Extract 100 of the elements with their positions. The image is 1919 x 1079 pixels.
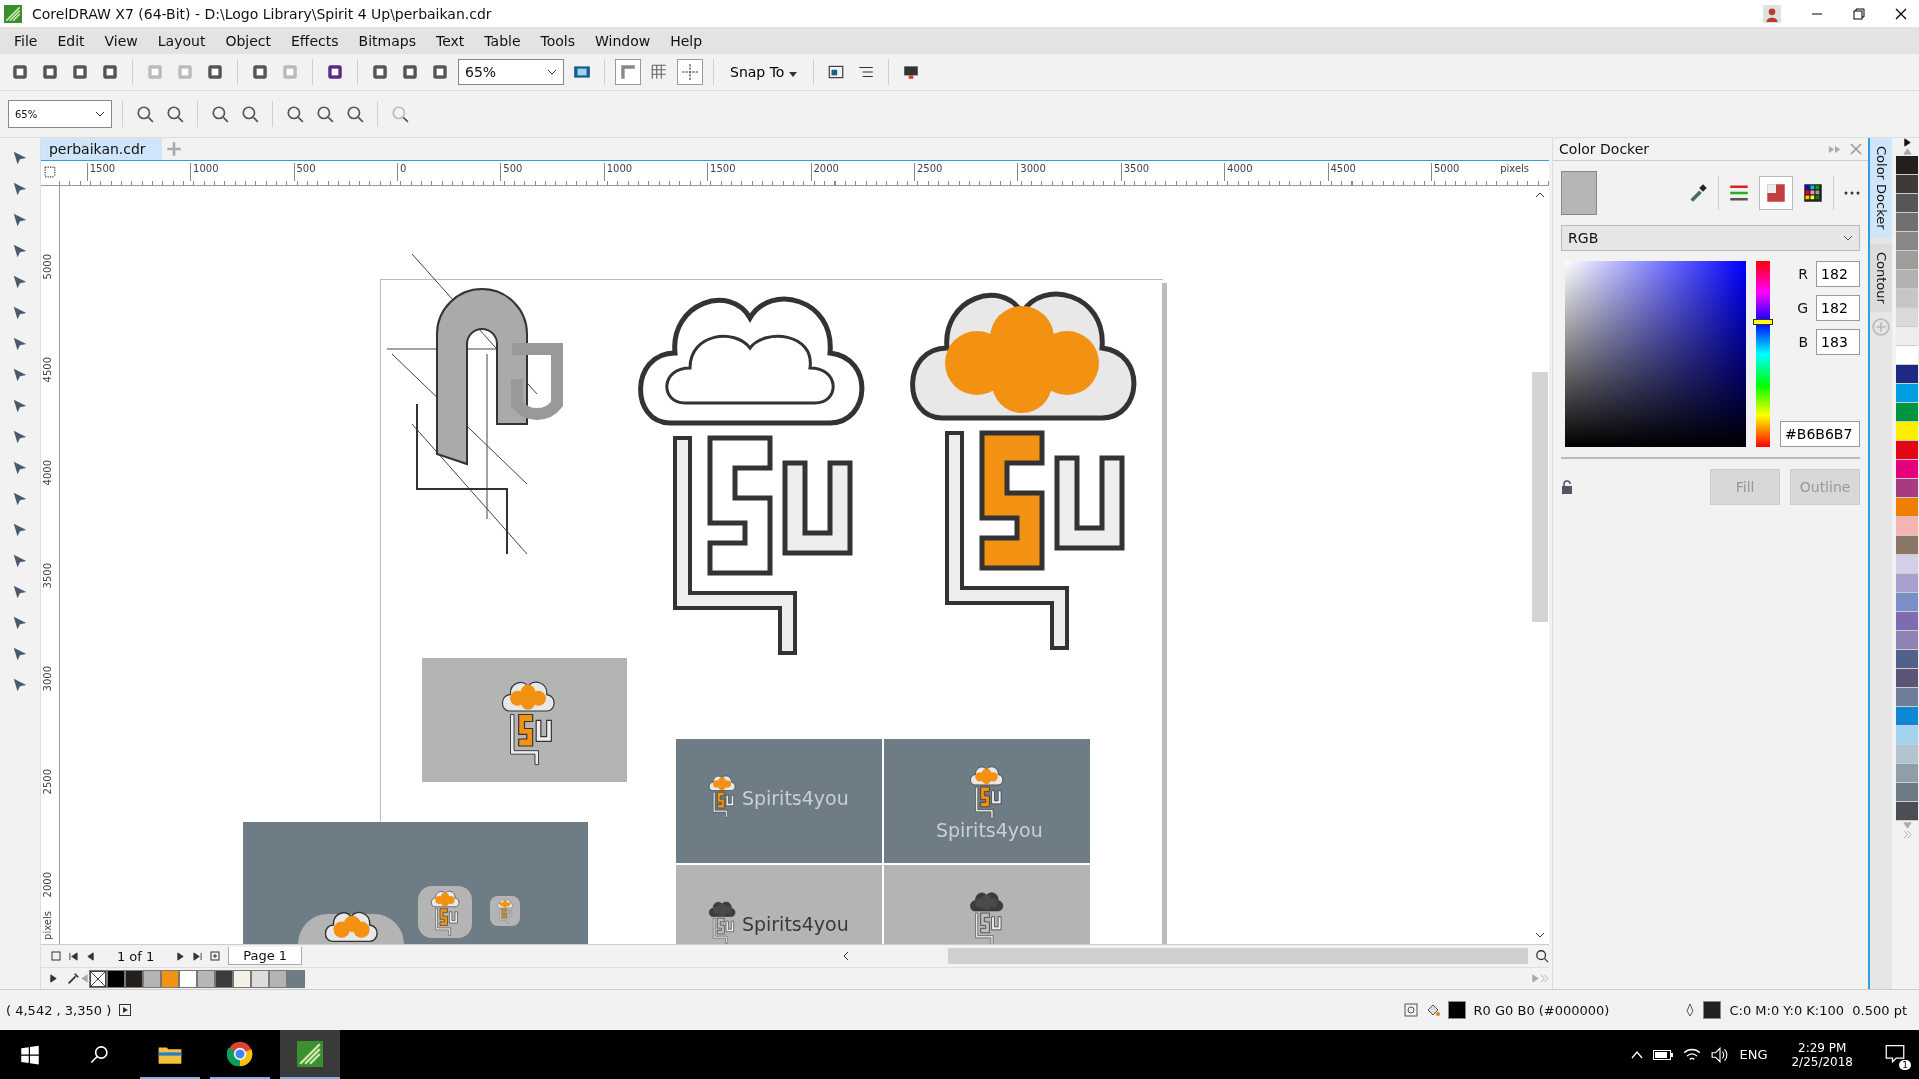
menu-item[interactable]: Bitmaps — [348, 32, 426, 49]
scrollbar-thumb[interactable] — [1532, 371, 1549, 622]
expand-arrow-icon[interactable] — [48, 974, 58, 983]
color-swatch[interactable] — [286, 969, 305, 988]
color-swatch[interactable] — [1896, 346, 1919, 365]
color-swatch[interactable] — [106, 969, 125, 988]
clock-time[interactable]: 2:29 PM — [1798, 1040, 1847, 1055]
sliders-icon[interactable] — [1729, 183, 1750, 203]
docker-tab[interactable]: Contour — [1870, 243, 1893, 312]
color-swatch[interactable] — [142, 969, 161, 988]
color-swatch[interactable] — [1896, 194, 1919, 213]
color-swatch[interactable] — [178, 969, 197, 988]
color-swatch[interactable] — [1896, 175, 1919, 194]
color-swatch[interactable] — [124, 969, 143, 988]
horizontal-ruler[interactable]: 1500 1000 500 0 500 1000 1500 2000 2500 3000 3500 4000 4500 5000 pixels — [58, 161, 1550, 185]
color-swatch[interactable] — [268, 969, 287, 988]
color-swatch[interactable] — [1896, 555, 1919, 574]
channel-input[interactable]: 182 — [1816, 295, 1861, 321]
scrollbar-thumb[interactable] — [948, 948, 1529, 965]
color-swatch[interactable] — [1896, 403, 1919, 422]
show-hidden-icons-icon[interactable] — [1631, 1050, 1644, 1059]
slider-handle[interactable] — [1753, 319, 1774, 326]
lock-icon[interactable] — [1561, 480, 1574, 494]
notifications-icon[interactable] — [1885, 1043, 1905, 1063]
zoom-level-dropdown[interactable]: 65% — [8, 100, 112, 128]
palette-grid-icon[interactable] — [1803, 183, 1824, 203]
color-swatch[interactable] — [1896, 688, 1919, 707]
color-swatch[interactable] — [232, 969, 251, 988]
menu-item[interactable]: Object — [215, 32, 281, 49]
last-page-icon[interactable] — [193, 951, 203, 961]
color-swatch[interactable] — [1896, 213, 1919, 232]
color-swatch[interactable] — [1896, 631, 1919, 650]
color-swatch[interactable] — [1896, 308, 1919, 327]
color-swatch[interactable] — [1896, 365, 1919, 384]
menu-item[interactable]: Layout — [147, 32, 216, 49]
no-color-swatch[interactable] — [88, 969, 107, 988]
guidelines-icon[interactable] — [677, 59, 703, 85]
menu-item[interactable]: View — [94, 32, 148, 49]
color-model-dropdown[interactable]: RGB — [1561, 225, 1861, 251]
document-tab[interactable]: perbaikan.cdr — [40, 138, 162, 160]
color-swatch[interactable] — [1896, 422, 1919, 441]
color-swatch[interactable] — [1896, 498, 1919, 517]
color-swatch[interactable] — [1896, 251, 1919, 270]
color-swatch[interactable] — [1896, 384, 1919, 403]
color-viewer-icon[interactable] — [1759, 176, 1794, 210]
color-swatch[interactable] — [1896, 707, 1919, 726]
browser-icon[interactable] — [227, 1040, 253, 1067]
battery-icon[interactable] — [1653, 1049, 1674, 1060]
menu-item[interactable]: Help — [660, 32, 713, 49]
color-swatch[interactable] — [1896, 783, 1919, 802]
color-swatch[interactable] — [1896, 574, 1919, 593]
color-swatch[interactable] — [1896, 460, 1919, 479]
palette-menu-icon[interactable] — [1902, 138, 1912, 147]
restore-icon[interactable] — [1853, 7, 1865, 20]
volume-icon[interactable] — [1711, 1046, 1730, 1063]
hue-slider[interactable] — [1756, 261, 1771, 447]
zoom-dropdown[interactable]: 65% — [458, 59, 564, 85]
add-page-icon[interactable] — [210, 951, 221, 962]
close-icon[interactable] — [1895, 7, 1907, 20]
menu-item[interactable]: Text — [426, 32, 475, 49]
color-swatch[interactable] — [1896, 650, 1919, 669]
color-swatch[interactable] — [1896, 612, 1919, 631]
docker-tab[interactable]: Color Docker — [1870, 138, 1893, 238]
rulers-icon[interactable] — [615, 59, 641, 85]
color-field[interactable] — [1565, 261, 1747, 447]
color-swatch[interactable] — [1896, 536, 1919, 555]
color-swatch[interactable] — [1896, 745, 1919, 764]
color-swatch[interactable] — [1896, 327, 1919, 346]
target-icon[interactable] — [1403, 1003, 1418, 1017]
color-swatch[interactable] — [1896, 479, 1919, 498]
scroll-down-icon[interactable] — [1535, 932, 1546, 939]
ruler-origin-icon[interactable] — [43, 166, 56, 178]
play-icon[interactable] — [119, 1004, 132, 1016]
menu-item[interactable]: Table — [474, 32, 531, 49]
color-swatch[interactable] — [160, 969, 179, 988]
color-swatch[interactable] — [1896, 593, 1919, 612]
language-indicator[interactable]: ENG — [1739, 1047, 1768, 1062]
color-swatch[interactable] — [250, 969, 269, 988]
user-icon[interactable] — [1763, 4, 1781, 23]
wifi-icon[interactable] — [1683, 1046, 1702, 1063]
next-page-icon[interactable] — [176, 951, 186, 961]
menu-item[interactable]: Effects — [281, 32, 349, 49]
color-swatch[interactable] — [1896, 802, 1919, 821]
color-swatch[interactable] — [196, 969, 215, 988]
scroll-up-icon[interactable] — [1535, 191, 1546, 198]
color-swatch[interactable] — [1896, 289, 1919, 308]
color-swatch[interactable] — [1896, 232, 1919, 251]
menu-item[interactable]: Tools — [530, 32, 585, 49]
color-swatch[interactable] — [1896, 156, 1919, 175]
color-swatch[interactable] — [1896, 669, 1919, 688]
menu-item[interactable]: Window — [585, 32, 661, 49]
color-swatch[interactable] — [1896, 764, 1919, 783]
channel-input[interactable]: 183 — [1816, 329, 1861, 355]
channel-input[interactable]: 182 — [1816, 261, 1861, 287]
color-swatch[interactable] — [1896, 441, 1919, 460]
menu-item[interactable]: Edit — [47, 32, 95, 49]
snap-to-button[interactable]: Snap To — [724, 63, 803, 81]
page-tab[interactable]: Page 1 — [228, 947, 303, 966]
hex-input[interactable]: #B6B6B7 — [1780, 421, 1861, 447]
scroll-left-icon[interactable] — [843, 951, 850, 962]
